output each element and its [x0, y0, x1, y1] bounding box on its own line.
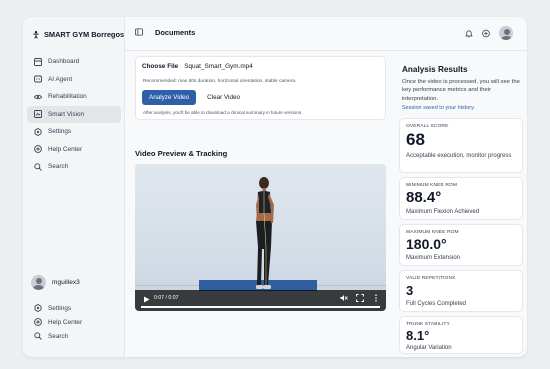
results-title: Analysis Results [402, 65, 468, 74]
upload-recommendation: Recommended: max 60s duration, horizonta… [143, 79, 297, 84]
file-row: Choose File Squat_Smart_Gym.mp4 [142, 63, 253, 70]
metric-label: MAXIMUM KNEE ROM [406, 230, 459, 235]
dashboard-icon [34, 57, 42, 66]
avatar [31, 275, 46, 290]
add-circle-icon[interactable] [482, 29, 490, 37]
topbar: Documents [125, 17, 527, 51]
gear-icon [34, 127, 42, 136]
video-time: 0:07 / 0:07 [154, 295, 179, 301]
metric-sub: Maximum Extension [406, 255, 461, 261]
sidebar-item-label: Search [48, 332, 69, 340]
app-window: SMART GYM Borregos Dashboard AI Agent Re… [23, 17, 527, 357]
search-icon [34, 332, 42, 340]
user-name: mguillex3 [52, 279, 80, 286]
metric-label: OVERALL SCORE [406, 124, 449, 129]
sidebar-item-label: Settings [48, 304, 72, 312]
metric-card-trunk-stability: TRUNK STABILITY 8.1° Angular Variation [399, 316, 523, 354]
sidebar-item-search[interactable]: Search [27, 158, 121, 176]
sidebar-item-label: Search [48, 163, 69, 171]
video-progress-bar[interactable] [141, 306, 380, 308]
help-icon [34, 145, 42, 154]
play-icon[interactable] [142, 295, 150, 303]
results-description: Once the video is processed, you will se… [402, 79, 520, 102]
sidebar-item-settings-bottom[interactable]: Settings [27, 301, 121, 315]
sidebar-item-label: Smart Vision [48, 110, 85, 118]
sidebar-item-label: Settings [48, 128, 72, 136]
sidebar-item-ai-agent[interactable]: AI Agent [27, 71, 121, 89]
metric-label: TRUNK STABILITY [406, 322, 450, 327]
upload-actions: Analyze Video Clear Video [142, 90, 247, 105]
metric-sub: Full Cycles Completed [406, 301, 467, 307]
sidebar-item-label: AI Agent [48, 75, 73, 83]
metric-label: VALID REPETITIONS [406, 276, 456, 281]
sidebar-item-label: Dashboard [48, 58, 80, 66]
video-controls-right [340, 294, 380, 302]
metric-card-max-knee-rom: MAXIMUM KNEE ROM 180.0° Maximum Extensio… [399, 224, 523, 266]
metric-label: MINIMUM KNEE ROM [406, 183, 458, 188]
video-controls: 0:07 / 0:07 [135, 290, 386, 311]
upload-card: Choose File Squat_Smart_Gym.mp4 Recommen… [135, 56, 386, 120]
session-saved-note: Session saved to your history. [402, 105, 475, 111]
metric-value: 180.0° [406, 236, 447, 252]
ai-agent-icon [34, 75, 42, 83]
bell-icon[interactable] [465, 29, 473, 37]
metric-sub: Maximum Flexion Achieved [406, 209, 480, 215]
sidebar-bottom-nav: Settings Help Center Search [27, 301, 121, 343]
sidebar-item-label: Help Center [48, 145, 83, 153]
metric-card-valid-repetitions: VALID REPETITIONS 3 Full Cycles Complete… [399, 270, 523, 312]
metric-value: 3 [406, 283, 414, 298]
topbar-actions [465, 26, 513, 40]
user-profile[interactable]: mguillex3 [31, 275, 80, 290]
results-panel: Analysis Results Once the video is proce… [395, 51, 527, 357]
sidebar-item-dashboard[interactable]: Dashboard [27, 53, 121, 71]
eye-icon [34, 93, 42, 101]
page-title: Documents [155, 28, 196, 37]
clear-video-button[interactable]: Clear Video [200, 90, 247, 105]
after-analysis-note: After analysis, you'll be able to downlo… [143, 110, 303, 115]
search-icon [34, 163, 42, 171]
smart-vision-icon [34, 110, 42, 119]
metric-sub: Acceptable execution, monitor progress [406, 153, 512, 159]
sidebar-item-help-center[interactable]: Help Center [27, 141, 121, 159]
fullscreen-icon[interactable] [356, 294, 364, 302]
main-content: Choose File Squat_Smart_Gym.mp4 Recommen… [125, 51, 395, 357]
person-figure [256, 177, 274, 289]
sidebar-item-rehabilitation[interactable]: Rehabilitation [27, 88, 121, 106]
video-player[interactable]: 0:07 / 0:07 [135, 164, 386, 311]
metric-card-min-knee-rom: MINIMUM KNEE ROM 88.4° Maximum Flexion A… [399, 177, 523, 220]
sidebar-item-settings[interactable]: Settings [27, 123, 121, 141]
sidebar: SMART GYM Borregos Dashboard AI Agent Re… [23, 17, 125, 357]
metric-value: 88.4° [406, 189, 442, 206]
choose-file-button[interactable]: Choose File [142, 63, 178, 70]
more-options-icon[interactable] [372, 294, 380, 302]
metric-sub: Angular Variation [406, 345, 452, 351]
sidebar-item-help-center-bottom[interactable]: Help Center [27, 315, 121, 329]
metric-value: 68 [406, 130, 425, 149]
dumbbell-figure-icon [32, 30, 40, 39]
analyze-video-button[interactable]: Analyze Video [142, 90, 197, 105]
gear-icon [34, 304, 42, 312]
sidebar-item-search-bottom[interactable]: Search [27, 329, 121, 343]
sidebar-item-label: Help Center [48, 318, 83, 326]
brand-name: SMART GYM Borregos [44, 30, 125, 39]
metric-value: 8.1° [406, 328, 430, 343]
help-icon [34, 318, 42, 326]
sidebar-toggle-icon[interactable] [135, 28, 143, 36]
mute-icon[interactable] [340, 294, 348, 302]
sidebar-item-label: Rehabilitation [48, 93, 87, 101]
sidebar-item-smart-vision[interactable]: Smart Vision [27, 105, 121, 123]
video-section-title: Video Preview & Tracking [135, 149, 228, 158]
brand[interactable]: SMART GYM Borregos [32, 30, 124, 39]
sidebar-nav: Dashboard AI Agent Rehabilitation Smart … [27, 53, 121, 176]
metric-card-overall-score: OVERALL SCORE 68 Acceptable execution, m… [399, 118, 523, 173]
avatar[interactable] [499, 26, 513, 40]
video-progress-fill [141, 306, 380, 308]
file-name: Squat_Smart_Gym.mp4 [184, 63, 253, 70]
